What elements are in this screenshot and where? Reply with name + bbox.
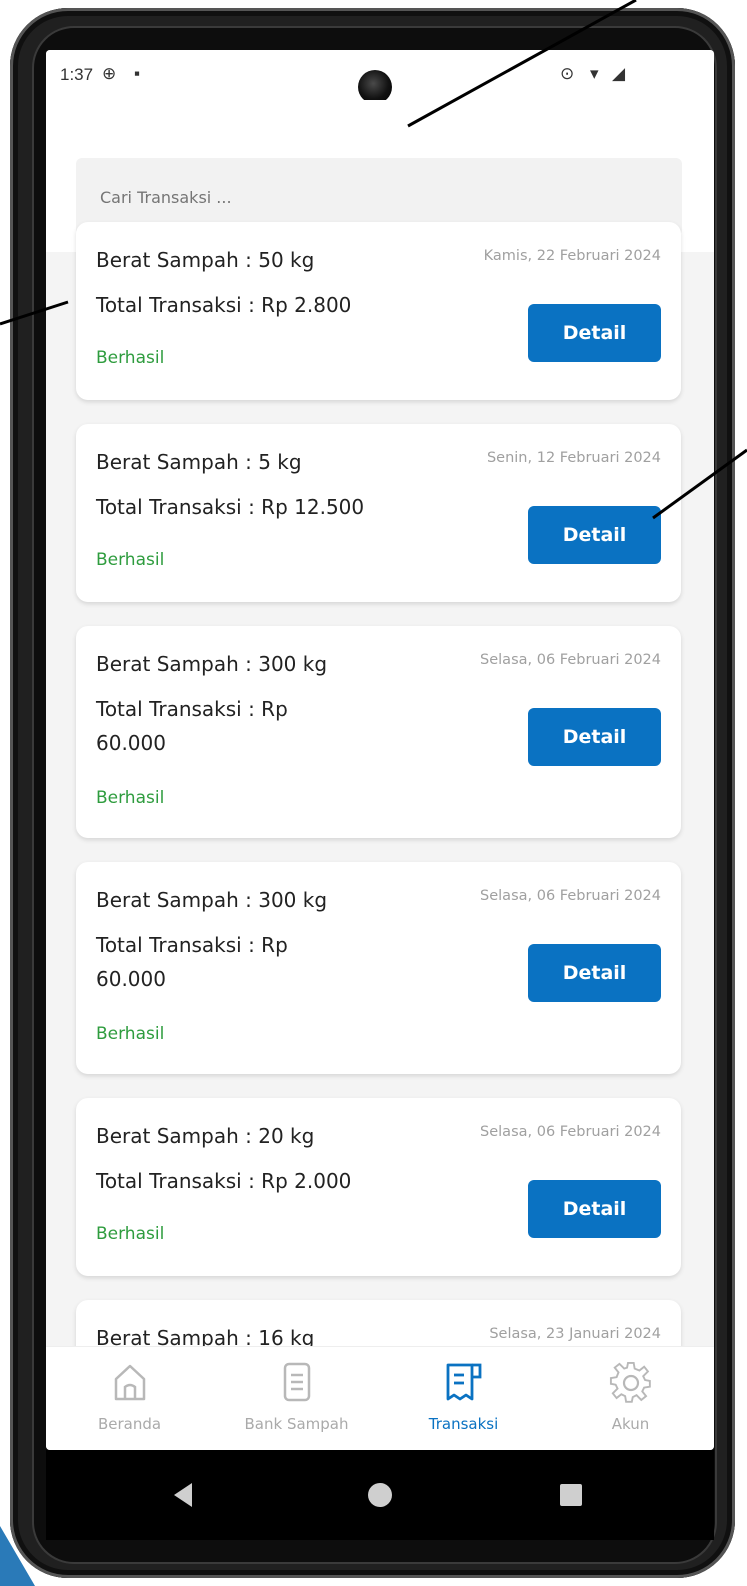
- detail-button[interactable]: Detail: [528, 708, 661, 766]
- status-text: Berhasil: [96, 1024, 165, 1044]
- bottom-navigation: Beranda Bank Sampah Transaksi Akun: [46, 1346, 714, 1450]
- weight-text: Berat Sampah : 50 kg: [96, 248, 315, 272]
- status-text: Berhasil: [96, 1224, 165, 1244]
- back-button[interactable]: [126, 1450, 246, 1540]
- signal-icon: ◢: [612, 64, 626, 83]
- detail-button[interactable]: Detail: [528, 1180, 661, 1238]
- nav-item-beranda[interactable]: Beranda: [46, 1347, 213, 1450]
- detail-button[interactable]: Detail: [528, 944, 661, 1002]
- nav-item-bank-sampah[interactable]: Bank Sampah: [213, 1347, 380, 1450]
- transaction-card: Berat Sampah : 300 kg Selasa, 06 Februar…: [76, 626, 681, 838]
- location-icon: ⊙: [560, 64, 575, 83]
- back-icon: [174, 1483, 192, 1507]
- sd-card-icon: ▪: [134, 64, 141, 83]
- nav-label-akun: Akun: [611, 1415, 650, 1433]
- receipt-icon: [446, 1363, 481, 1401]
- document-icon: [283, 1362, 310, 1402]
- vpn-icon: ⊕: [102, 64, 117, 83]
- nav-label-beranda: Beranda: [97, 1415, 162, 1433]
- total-text: Total Transaksi : Rp 12.500: [96, 495, 365, 519]
- weight-text: Berat Sampah : 5 kg: [96, 450, 302, 474]
- home-icon: [114, 1364, 145, 1401]
- date-text: Selasa, 06 Februari 2024: [480, 888, 661, 904]
- recents-icon: [560, 1484, 582, 1506]
- weight-text: Berat Sampah : 20 kg: [96, 1124, 315, 1148]
- date-text: Selasa, 06 Februari 2024: [480, 1124, 661, 1140]
- transaction-card: Berat Sampah : 300 kg Selasa, 06 Februar…: [76, 862, 681, 1074]
- nav-item-transaksi[interactable]: Transaksi: [380, 1347, 547, 1450]
- transaction-card: Berat Sampah : 16 kg Selasa, 23 Januari …: [76, 1300, 681, 1350]
- app-screen: 1:37 ⊕ ▪ ⊙ ▾ ◢ Berat Sampah : 50 kg Kami…: [46, 50, 714, 1450]
- detail-button[interactable]: Detail: [528, 304, 661, 362]
- nav-item-akun[interactable]: Akun: [547, 1347, 714, 1450]
- home-circle-icon: [368, 1483, 392, 1507]
- transaction-card: Berat Sampah : 5 kg Senin, 12 Februari 2…: [76, 424, 681, 602]
- date-text: Senin, 12 Februari 2024: [486, 450, 661, 466]
- date-text: Selasa, 06 Februari 2024: [480, 652, 661, 668]
- total-text: Total Transaksi : Rp 60.000: [96, 697, 288, 755]
- nav-label-bank-sampah: Bank Sampah: [244, 1415, 349, 1433]
- total-text: Total Transaksi : Rp 2.800: [96, 293, 352, 317]
- home-button[interactable]: [320, 1450, 440, 1540]
- weight-text: Berat Sampah : 300 kg: [96, 888, 328, 912]
- status-text: Berhasil: [96, 550, 165, 570]
- transaction-card: Berat Sampah : 50 kg Kamis, 22 Februari …: [76, 222, 681, 400]
- wifi-icon: ▾: [590, 64, 599, 83]
- front-camera: [358, 70, 392, 104]
- total-text: Total Transaksi : Rp 60.000: [96, 933, 288, 991]
- date-text: Kamis, 22 Februari 2024: [483, 248, 661, 264]
- recents-button[interactable]: [512, 1450, 632, 1540]
- system-navigation-bar: [46, 1450, 714, 1540]
- nav-label-transaksi: Transaksi: [428, 1415, 499, 1433]
- date-text: Selasa, 23 Januari 2024: [489, 1326, 661, 1342]
- transaction-list: Berat Sampah : 50 kg Kamis, 22 Februari …: [46, 200, 714, 1350]
- status-time: 1:37: [60, 65, 94, 84]
- weight-text: Berat Sampah : 300 kg: [96, 652, 328, 676]
- status-text: Berhasil: [96, 348, 165, 368]
- total-text: Total Transaksi : Rp 2.000: [96, 1169, 352, 1193]
- status-text: Berhasil: [96, 788, 165, 808]
- gear-icon: [609, 1361, 651, 1403]
- transaction-card: Berat Sampah : 20 kg Selasa, 06 Februari…: [76, 1098, 681, 1276]
- detail-button[interactable]: Detail: [528, 506, 661, 564]
